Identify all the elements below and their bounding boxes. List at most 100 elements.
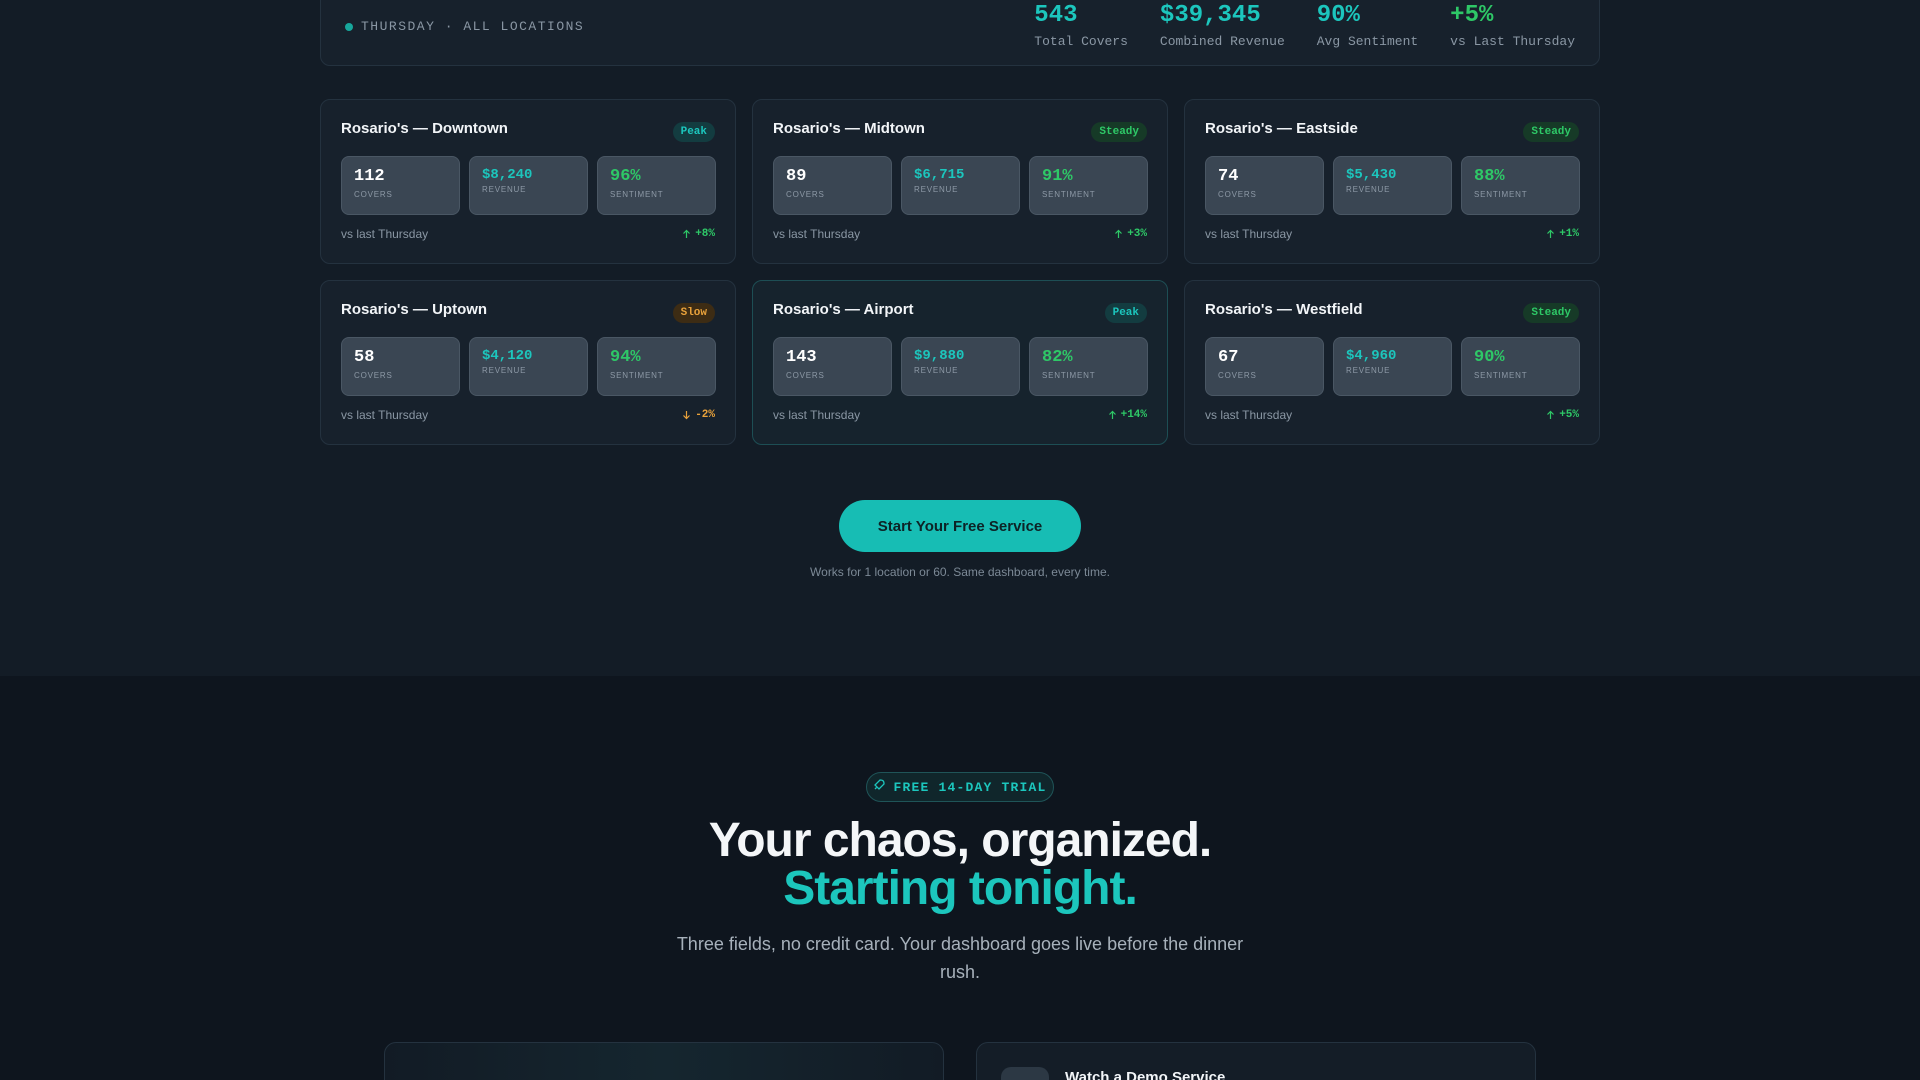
summary-label-text: THURSDAY · ALL LOCATIONS [361, 19, 585, 34]
arrow-up-icon [1546, 410, 1555, 420]
location-name: Rosario's — Uptown [341, 301, 488, 318]
compare-label: vs last Thursday [773, 408, 861, 422]
demo-panel[interactable]: Watch a Demo Service [976, 1042, 1536, 1080]
metric-label: SENTIMENT [1042, 190, 1096, 199]
stat-label: Avg Sentiment [1316, 34, 1419, 49]
metric-label: REVENUE [482, 185, 527, 194]
metric-label: COVERS [786, 190, 825, 199]
stat-vs-last-thursday: +5% vs Last Thursday [1450, 3, 1575, 50]
stat-label: Total Covers [1034, 34, 1128, 49]
metrics-row: 89 COVERS $6,715 REVENUE 91% SENTIMENT [773, 156, 1148, 215]
metric-covers: 112 COVERS [341, 156, 460, 215]
delta-indicator: +14% [1108, 409, 1147, 421]
stat-label: vs Last Thursday [1450, 34, 1575, 49]
location-name: Rosario's — Westfield [1205, 301, 1363, 318]
location-name: Rosario's — Midtown [773, 120, 925, 137]
metric-revenue: $4,960 REVENUE [1333, 337, 1452, 396]
metrics-row: 143 COVERS $9,880 REVENUE 82% SENTIMENT [773, 337, 1148, 396]
headline: Your chaos, organized. Starting tonight. [0, 817, 1920, 913]
summary-stats: 543 Total Covers $39,345 Combined Revenu… [1034, 2, 1575, 50]
trial-section: FREE 14-DAY TRIAL Your chaos, organized.… [0, 676, 1920, 1080]
metric-label: REVENUE [1346, 185, 1391, 194]
metric-covers: 58 COVERS [341, 337, 460, 396]
card-footer: vs last Thursday +1% [1205, 227, 1579, 241]
metric-covers: 67 COVERS [1205, 337, 1324, 396]
status-badge: Steady [1091, 122, 1147, 142]
delta-indicator: +8% [682, 228, 715, 240]
subcopy: Three fields, no credit card. Your dashb… [676, 934, 1244, 982]
location-name: Rosario's — Downtown [341, 120, 508, 137]
compare-label: vs last Thursday [1205, 408, 1293, 422]
demo-title[interactable]: Watch a Demo Service [1065, 1069, 1225, 1080]
location-card[interactable]: Rosario's — Westfield Steady 67 COVERS $4,96… [1184, 280, 1600, 445]
stat-total-covers: 543 Total Covers [1034, 2, 1128, 50]
cta-note: Works for 1 location or 60. Same dashboa… [810, 565, 1110, 579]
metric-label: SENTIMENT [1042, 371, 1096, 380]
metric-label: COVERS [354, 371, 393, 380]
delta-value: -2% [695, 409, 715, 421]
metric-label: REVENUE [914, 185, 959, 194]
stat-combined-revenue: $39,345 Combined Revenue [1159, 2, 1285, 50]
card-footer: vs last Thursday +3% [773, 227, 1147, 241]
metric-label: SENTIMENT [610, 371, 664, 380]
metrics-row: 74 COVERS $5,430 REVENUE 88% SENTIMENT [1205, 156, 1580, 215]
delta-value: +5% [1559, 409, 1579, 421]
arrow-up-icon [1108, 410, 1117, 420]
metric-value: 143 [786, 348, 817, 367]
stat-avg-sentiment: 90% Avg Sentiment [1316, 2, 1419, 50]
metric-label: COVERS [354, 190, 393, 199]
metric-value: 91% [1042, 167, 1073, 186]
delta-indicator: +1% [1546, 228, 1579, 240]
metric-value: 90% [1474, 348, 1505, 367]
delta-indicator: +3% [1114, 228, 1147, 240]
metric-sentiment: 96% SENTIMENT [597, 156, 716, 215]
location-card[interactable]: Rosario's — Uptown Slow 58 COVERS $4,120 REVE… [320, 280, 736, 445]
trial-badge: FREE 14-DAY TRIAL [866, 772, 1054, 802]
card-header: Rosario's — Uptown Slow [341, 301, 715, 337]
stat-value: 90% [1316, 2, 1360, 29]
start-free-service-button[interactable]: Start Your Free Service [839, 500, 1081, 552]
delta-value: +1% [1559, 228, 1579, 240]
arrow-down-icon [682, 410, 691, 420]
card-header: Rosario's — Airport Peak [773, 301, 1147, 337]
metric-value: 58 [354, 348, 375, 367]
metric-label: SENTIMENT [1474, 371, 1528, 380]
metrics-row: 112 COVERS $8,240 REVENUE 96% SENTIMENT [341, 156, 716, 215]
card-header: Rosario's — Westfield Steady [1205, 301, 1579, 337]
metric-sentiment: 82% SENTIMENT [1029, 337, 1148, 396]
metric-label: SENTIMENT [610, 190, 664, 199]
metric-label: REVENUE [1346, 366, 1391, 375]
metric-label: COVERS [1218, 190, 1257, 199]
metric-label: COVERS [1218, 371, 1257, 380]
delta-indicator: -2% [682, 409, 715, 421]
metric-label: REVENUE [482, 366, 527, 375]
status-badge: Peak [1104, 303, 1147, 323]
compare-label: vs last Thursday [1205, 227, 1293, 241]
stat-value: $39,345 [1159, 2, 1261, 29]
stat-label: Combined Revenue [1159, 34, 1285, 49]
live-dot-icon [345, 22, 353, 31]
card-header: Rosario's — Eastside Steady [1205, 120, 1579, 156]
arrow-up-icon [682, 229, 691, 239]
delta-value: +14% [1120, 409, 1147, 421]
metric-revenue: $4,120 REVENUE [469, 337, 588, 396]
location-card[interactable]: Rosario's — Downtown Peak 112 COVERS $8,240 R… [320, 99, 736, 264]
metric-value: $4,960 [1346, 348, 1397, 364]
metrics-row: 67 COVERS $4,960 REVENUE 90% SENTIMENT [1205, 337, 1580, 396]
metric-revenue: $6,715 REVENUE [901, 156, 1020, 215]
arrow-up-icon [1546, 229, 1555, 239]
metric-value: $4,120 [482, 348, 533, 364]
metric-label: REVENUE [914, 366, 959, 375]
metrics-row: 58 COVERS $4,120 REVENUE 94% SENTIMENT [341, 337, 716, 396]
location-card[interactable]: Rosario's — Airport Peak 143 COVERS $9,880 RE… [752, 280, 1168, 445]
location-name: Rosario's — Eastside [1205, 120, 1358, 137]
play-icon [1001, 1067, 1049, 1080]
location-card[interactable]: Rosario's — Eastside Steady 74 COVERS $5,430… [1184, 99, 1600, 264]
location-card[interactable]: Rosario's — Midtown Steady 89 COVERS $6,715 R… [752, 99, 1168, 264]
metric-revenue: $5,430 REVENUE [1333, 156, 1452, 215]
summary-label: THURSDAY · ALL LOCATIONS [345, 19, 584, 34]
metric-label: SENTIMENT [1474, 190, 1528, 199]
stat-value: 543 [1034, 2, 1078, 29]
card-footer: vs last Thursday +5% [1205, 408, 1579, 422]
delta-value: +8% [695, 228, 715, 240]
